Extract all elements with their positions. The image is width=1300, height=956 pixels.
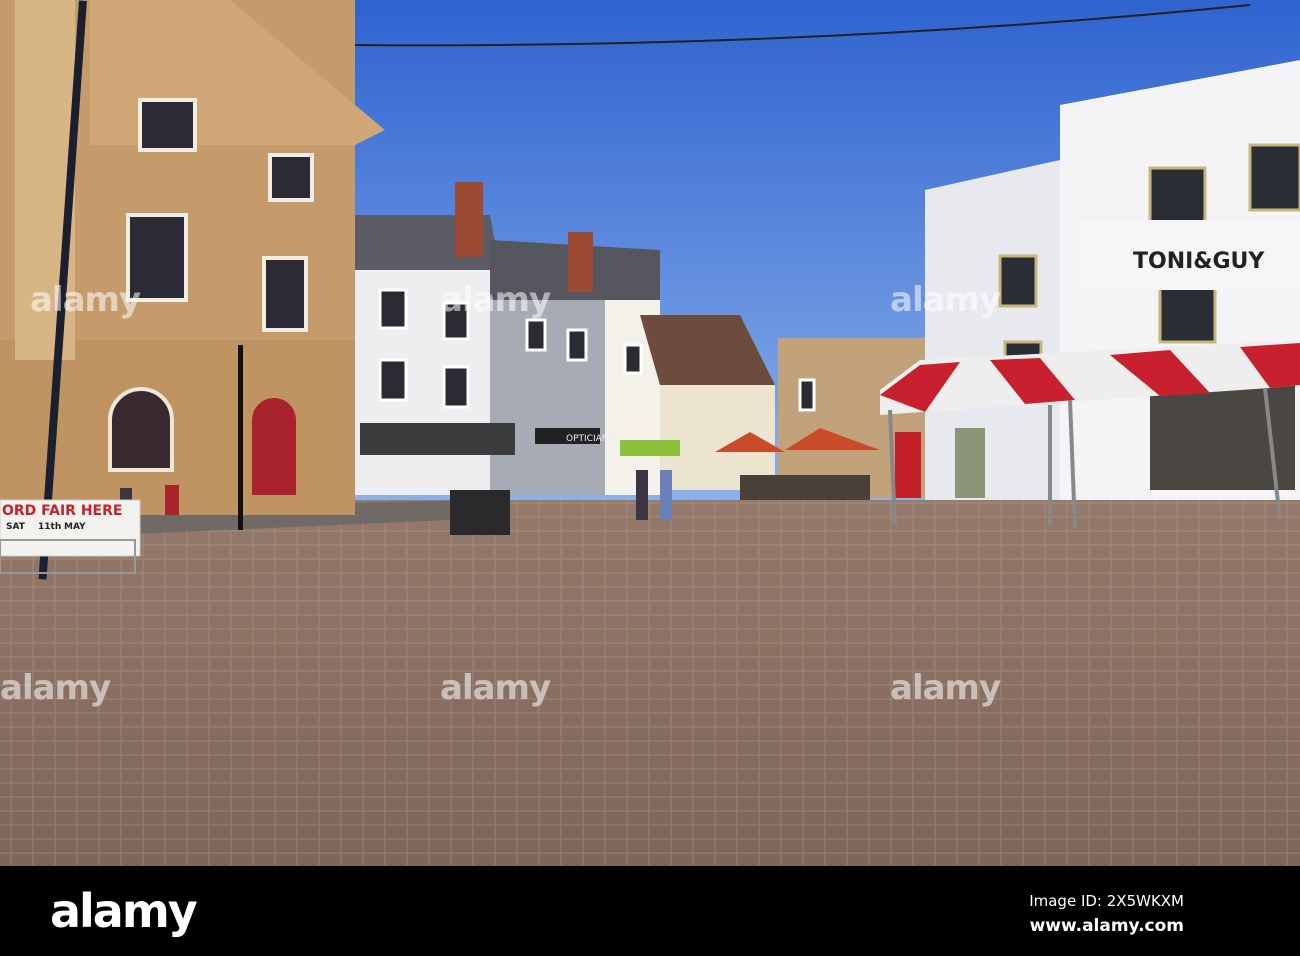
alamy-logo: alamy bbox=[50, 884, 198, 938]
market-square-photo: THE BRAN OPTICIANS TONI&GUY ORD FAIR HER… bbox=[0, 0, 1300, 866]
phone-box bbox=[895, 432, 921, 498]
watermark: alamy bbox=[440, 280, 551, 320]
pub-awning bbox=[360, 423, 515, 455]
sandstone-building bbox=[0, 0, 385, 515]
watermark: alamy bbox=[30, 280, 141, 320]
pub-sign: THE BRAN bbox=[372, 404, 435, 417]
image-id: Image ID: 2X5WKXM bbox=[1029, 892, 1184, 910]
watermark: alamy bbox=[890, 280, 1001, 320]
green-awning bbox=[620, 440, 680, 456]
salon-sign: TONI&GUY bbox=[1133, 249, 1265, 274]
footer-bar: alamy Image ID: 2X5WKXM www.alamy.com bbox=[0, 866, 1300, 956]
svg-text:11th: 11th bbox=[38, 522, 61, 532]
opticians-sign: OPTICIANS bbox=[566, 434, 614, 444]
watermark: alamy bbox=[440, 668, 551, 708]
watermark: alamy bbox=[890, 668, 1001, 708]
svg-text:ORD FAIR HERE: ORD FAIR HERE bbox=[2, 503, 122, 519]
website-link[interactable]: www.alamy.com bbox=[1030, 916, 1184, 936]
lamp-post bbox=[238, 345, 243, 530]
svg-text:SAT: SAT bbox=[6, 522, 26, 532]
watermark: alamy bbox=[0, 668, 111, 708]
svg-text:MAY: MAY bbox=[64, 522, 86, 532]
